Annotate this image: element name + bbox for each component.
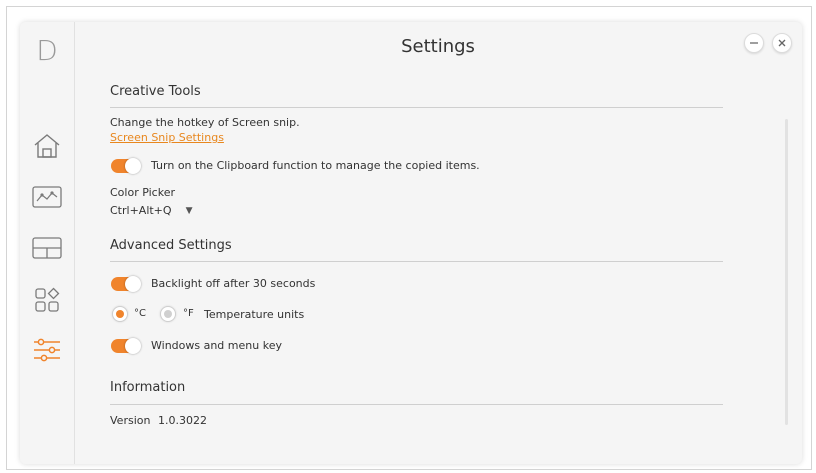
radio-selected-dot (116, 310, 124, 318)
close-button[interactable] (772, 33, 792, 53)
version-label: Version (110, 414, 151, 427)
toggle-knob (125, 338, 141, 354)
minimize-button[interactable] (744, 33, 764, 53)
version-value: 1.0.3022 (158, 414, 207, 427)
snip-icon (32, 186, 62, 208)
scrollbar[interactable] (785, 119, 788, 425)
celsius-label: °C (134, 308, 146, 319)
screen-snip-settings-link[interactable]: Screen Snip Settings (110, 131, 224, 144)
advanced-settings-divider (110, 261, 723, 262)
sidebar-item-settings[interactable] (31, 334, 63, 366)
sliders-icon (34, 338, 60, 362)
minimize-icon (750, 42, 758, 44)
sidebar-item-apps[interactable] (31, 284, 63, 316)
sidebar-item-home[interactable] (31, 130, 63, 162)
settings-panel: Settings Creative Tools Change the hotke… (74, 22, 802, 464)
sidebar-item-layout[interactable] (31, 232, 63, 264)
layout-icon (32, 237, 62, 259)
app-logo: D (36, 34, 58, 67)
radio-unselected-dot (164, 310, 172, 318)
temperature-units-label: Temperature units (204, 308, 305, 321)
settings-window: D Settings Creative Tools Change the hot… (20, 22, 802, 464)
snip-hotkey-text: Change the hotkey of Screen snip. (110, 116, 300, 129)
fahrenheit-radio[interactable] (160, 306, 176, 322)
toggle-knob (125, 276, 141, 292)
clipboard-label: Turn on the Clipboard function to manage… (151, 159, 480, 172)
toggle-knob (125, 158, 141, 174)
apps-icon (35, 287, 60, 312)
color-picker-hotkey-select[interactable]: Ctrl+Alt+Q ▼ (110, 204, 192, 217)
backlight-toggle[interactable] (111, 276, 141, 292)
celsius-radio[interactable] (112, 306, 128, 322)
sidebar-item-screen-snip[interactable] (31, 181, 63, 213)
backlight-label: Backlight off after 30 seconds (151, 277, 316, 290)
home-icon (34, 134, 60, 158)
color-picker-value: Ctrl+Alt+Q (110, 204, 172, 217)
creative-tools-heading: Creative Tools (110, 84, 201, 99)
clipboard-toggle[interactable] (111, 158, 141, 174)
close-icon (778, 39, 786, 47)
information-heading: Information (110, 380, 186, 395)
information-divider (110, 404, 723, 405)
windows-key-toggle[interactable] (111, 338, 141, 354)
windows-key-label: Windows and menu key (151, 339, 282, 352)
creative-tools-divider (110, 107, 723, 108)
page-title: Settings (401, 36, 475, 57)
fahrenheit-label: °F (183, 308, 194, 319)
chevron-down-icon: ▼ (185, 205, 193, 216)
sidebar: D (20, 22, 75, 464)
color-picker-label: Color Picker (110, 186, 175, 199)
advanced-settings-heading: Advanced Settings (110, 238, 232, 253)
